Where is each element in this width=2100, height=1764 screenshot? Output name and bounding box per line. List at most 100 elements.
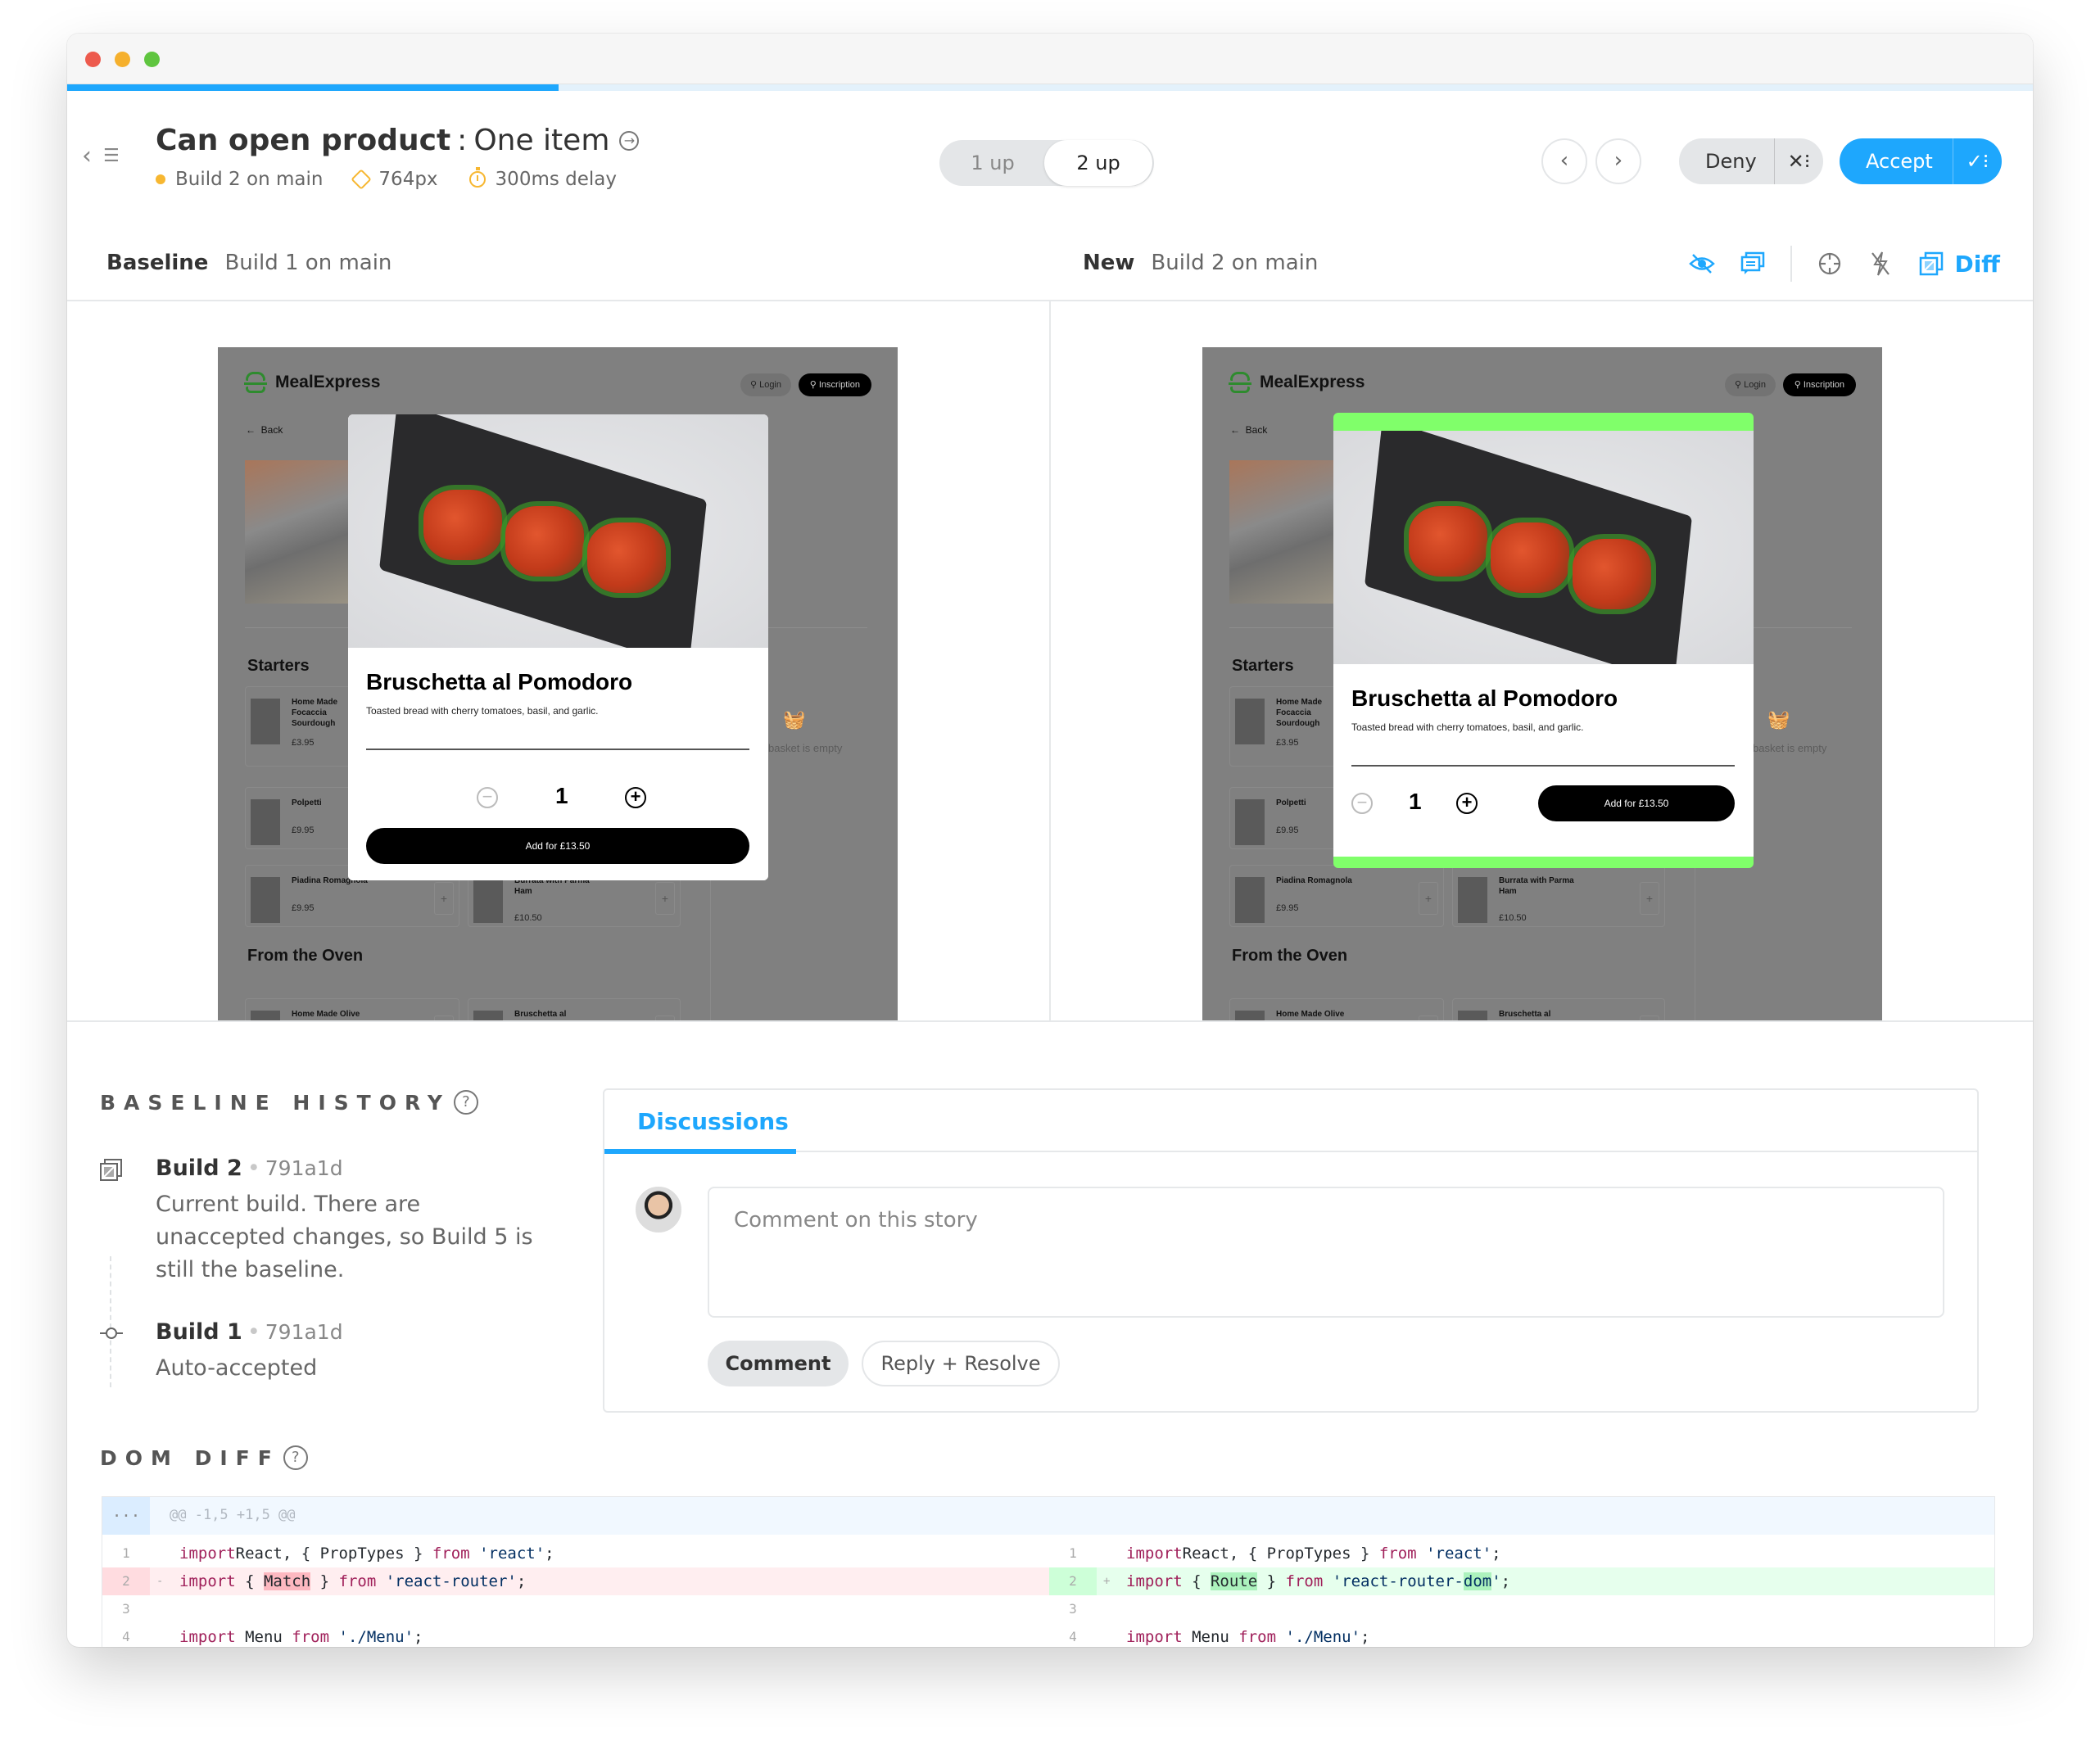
accept-button-group: Accept ✓⁝ bbox=[1840, 138, 2002, 184]
code-token: } bbox=[1257, 1572, 1286, 1590]
view-2up-option[interactable]: 2 up bbox=[1044, 140, 1152, 186]
code-token: ; bbox=[516, 1572, 527, 1590]
menu-item-name: Home Made Focaccia Sourdough bbox=[292, 698, 338, 728]
maximize-window-button[interactable] bbox=[144, 52, 160, 67]
tab-discussions[interactable]: Discussions bbox=[637, 1108, 789, 1135]
menu-item-card[interactable]: Home Made Olive+ bbox=[1229, 998, 1444, 1020]
avatar bbox=[636, 1187, 681, 1233]
line-number[interactable]: 1 bbox=[1049, 1540, 1097, 1567]
line-number[interactable]: 3 bbox=[102, 1595, 150, 1623]
go-to-story-icon[interactable]: → bbox=[619, 130, 640, 151]
hide-eye-icon[interactable] bbox=[1689, 251, 1716, 277]
help-icon[interactable]: ? bbox=[453, 1090, 478, 1115]
code-token: import bbox=[1126, 1628, 1183, 1646]
bullet-separator: • bbox=[247, 1319, 260, 1345]
menu-item-price: £10.50 bbox=[514, 913, 542, 923]
view-mode-toggle[interactable]: 1 up 2 up bbox=[939, 140, 1154, 186]
strike-icon[interactable] bbox=[1867, 251, 1894, 277]
line-number[interactable]: 1 bbox=[102, 1540, 150, 1567]
crosshair-icon[interactable] bbox=[1817, 251, 1843, 277]
burger-logo-icon bbox=[244, 372, 267, 393]
accept-button[interactable]: Accept bbox=[1840, 150, 1953, 173]
product-description: Toasted bread with cherry tomatoes, basi… bbox=[366, 705, 599, 717]
build-label[interactable]: Build 2 on main bbox=[175, 169, 323, 190]
new-snapshot[interactable]: MealExpress ⚲ Login ⚲ Inscription ← Back Sta… bbox=[1202, 347, 1882, 1020]
code-text: import Menu from './Menu'; bbox=[1126, 1623, 1369, 1647]
bullet-separator: • bbox=[247, 1156, 260, 1181]
history-build-description: Auto-accepted bbox=[156, 1355, 318, 1381]
menu-item-card[interactable]: Home Made Olive+ bbox=[245, 998, 459, 1020]
reply-resolve-button[interactable]: Reply + Resolve bbox=[862, 1341, 1060, 1386]
code-token: Menu bbox=[235, 1628, 292, 1646]
help-icon[interactable]: ? bbox=[283, 1445, 308, 1470]
code-token: Route bbox=[1210, 1572, 1258, 1590]
product-modal-body: Bruschetta al Pomodoro Toasted bread with… bbox=[348, 648, 768, 880]
previous-story-button[interactable]: ‹ bbox=[1541, 138, 1587, 184]
chevron-left-icon[interactable]: ‹ bbox=[82, 142, 92, 170]
history-build-name[interactable]: Build 2 bbox=[156, 1156, 242, 1181]
deny-button[interactable]: Deny bbox=[1679, 150, 1774, 173]
stopwatch-icon bbox=[468, 167, 486, 188]
menu-item-thumbnail bbox=[251, 1011, 280, 1020]
line-number[interactable]: 2 bbox=[102, 1567, 150, 1595]
line-number[interactable]: 2 bbox=[1049, 1567, 1097, 1595]
accept-batch-icon[interactable]: ✓⁝ bbox=[1953, 138, 2002, 184]
menu-item-thumbnail bbox=[251, 699, 280, 744]
diff-icon[interactable] bbox=[1918, 251, 1944, 277]
history-build-sha[interactable]: 791a1d bbox=[265, 1320, 343, 1344]
back-link[interactable]: ← Back bbox=[246, 424, 283, 436]
menu-item-thumbnail bbox=[1235, 699, 1265, 744]
inscription-button[interactable]: ⚲ Inscription bbox=[798, 373, 871, 396]
list-icon[interactable]: ☰ bbox=[103, 146, 120, 166]
add-item-button[interactable]: + bbox=[1419, 882, 1438, 915]
diff-toggle-label[interactable]: Diff bbox=[1954, 251, 2000, 278]
baseline-snapshot[interactable]: MealExpress ⚲ Login ⚲ Inscription ← Back Sta… bbox=[218, 347, 898, 1020]
divider bbox=[67, 1020, 2033, 1022]
login-button[interactable]: ⚲ Login bbox=[740, 373, 791, 396]
view-1up-option[interactable]: 1 up bbox=[939, 140, 1046, 186]
add-to-basket-button[interactable]: Add for £13.50 bbox=[1538, 785, 1735, 821]
add-item-button[interactable]: + bbox=[655, 882, 675, 915]
login-button[interactable]: ⚲ Login bbox=[1724, 373, 1776, 396]
deny-batch-icon[interactable]: ✕⁝ bbox=[1774, 138, 1823, 184]
add-item-button[interactable]: + bbox=[1640, 882, 1659, 915]
diff-line: 4 import Menu from './Menu'; bbox=[1049, 1623, 1994, 1647]
comment-input[interactable] bbox=[708, 1187, 1944, 1318]
inscription-button[interactable]: ⚲ Inscription bbox=[1782, 373, 1856, 396]
menu-item-card[interactable]: Bruschetta al+ bbox=[468, 998, 681, 1020]
diff-sign: - bbox=[156, 1575, 164, 1588]
delay-label: 300ms delay bbox=[495, 169, 617, 190]
line-number[interactable]: 3 bbox=[1049, 1595, 1097, 1623]
history-build-sha[interactable]: 791a1d bbox=[265, 1156, 343, 1180]
menu-item-card[interactable]: Piadina Romagnola £9.95 + bbox=[1229, 865, 1444, 927]
increase-quantity-button[interactable]: + bbox=[625, 787, 646, 808]
expand-hunk-button[interactable]: ... bbox=[102, 1497, 150, 1535]
code-text: importReact, { PropTypes } from 'react'; bbox=[179, 1540, 554, 1567]
menu-item-card[interactable]: Burrata with Parma Ham £10.50 + bbox=[1452, 865, 1665, 927]
line-number[interactable]: 4 bbox=[1049, 1623, 1097, 1647]
line-number[interactable]: 4 bbox=[102, 1623, 150, 1647]
back-link[interactable]: ← Back bbox=[1230, 424, 1267, 436]
close-window-button[interactable] bbox=[85, 52, 101, 67]
history-build-name[interactable]: Build 1 bbox=[156, 1319, 242, 1345]
code-token: from bbox=[1238, 1628, 1277, 1646]
section-heading: Starters bbox=[1232, 657, 1294, 675]
comment-button[interactable]: Comment bbox=[708, 1341, 849, 1386]
section-heading: From the Oven bbox=[1232, 947, 1348, 965]
next-story-button[interactable]: › bbox=[1595, 138, 1641, 184]
baseline-history-heading: BASELINE HISTORY ? bbox=[100, 1090, 478, 1115]
add-item-button[interactable]: + bbox=[434, 882, 454, 915]
decrease-quantity-button[interactable]: − bbox=[1351, 793, 1373, 814]
window-titlebar bbox=[67, 34, 2033, 84]
menu-item-thumbnail bbox=[473, 1011, 503, 1020]
comments-icon[interactable] bbox=[1740, 251, 1766, 277]
minimize-window-button[interactable] bbox=[115, 52, 130, 67]
code-token: ; bbox=[414, 1628, 423, 1646]
menu-item-card[interactable]: Bruschetta al+ bbox=[1452, 998, 1665, 1020]
increase-quantity-button[interactable]: + bbox=[1456, 793, 1478, 814]
hero-image bbox=[245, 460, 360, 604]
decrease-quantity-button[interactable]: − bbox=[477, 787, 498, 808]
add-to-basket-button[interactable]: Add for £13.50 bbox=[366, 828, 749, 864]
